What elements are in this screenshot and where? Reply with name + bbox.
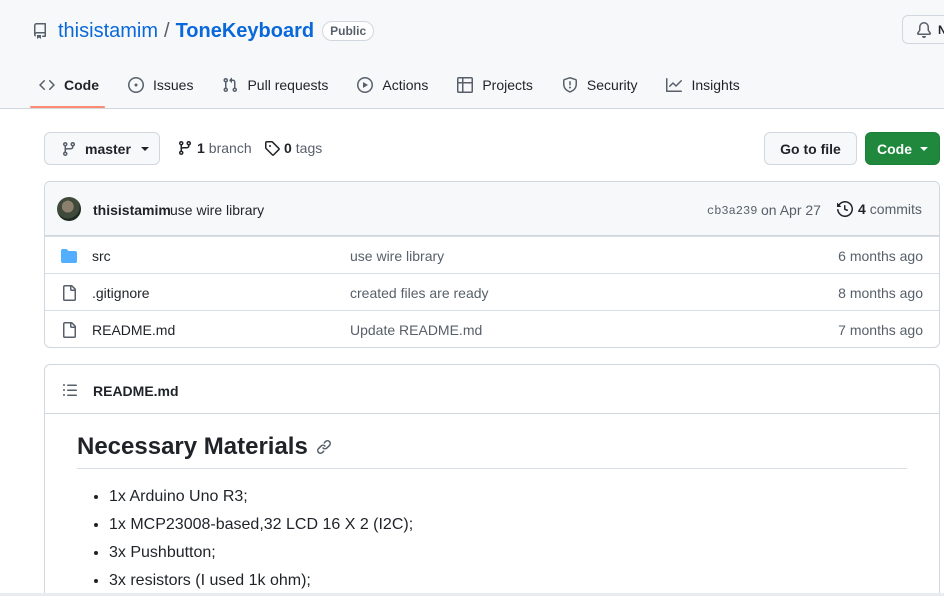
repo-link[interactable]: ToneKeyboard xyxy=(176,20,315,43)
tab-pull-requests-label: Pull requests xyxy=(247,77,329,93)
file-row[interactable]: .gitignore created files are ready 8 mon… xyxy=(45,273,939,310)
tag-count-label: tags xyxy=(295,140,323,156)
tab-insights-label: Insights xyxy=(691,77,740,93)
branch-count-label: branch xyxy=(208,140,252,156)
issue-icon xyxy=(128,77,144,93)
tag-icon xyxy=(265,141,280,156)
file-icon xyxy=(63,285,76,301)
file-commit-message[interactable]: created files are ready xyxy=(350,285,489,301)
avatar[interactable] xyxy=(57,197,81,221)
file-commit-message[interactable]: use wire library xyxy=(350,248,444,264)
file-name[interactable]: README.md xyxy=(92,322,175,338)
tab-security-label: Security xyxy=(586,77,638,93)
file-age: 7 months ago xyxy=(838,322,923,338)
tab-projects[interactable]: Projects xyxy=(442,62,545,108)
readme-heading-text: Necessary Materials xyxy=(77,432,308,460)
file-age: 6 months ago xyxy=(838,248,923,264)
tab-projects-label: Projects xyxy=(482,77,533,93)
latest-commit-bar: thisistamim use wire library cb3a239 on … xyxy=(45,182,939,236)
git-branch-icon xyxy=(62,141,75,156)
tab-code-label: Code xyxy=(64,77,99,93)
link-icon[interactable] xyxy=(316,439,332,455)
repo-header: thisistamim / ToneKeyboard Public N Code… xyxy=(0,0,944,109)
chevron-down-icon xyxy=(140,146,149,151)
commit-date: on Apr 27 xyxy=(761,202,821,218)
tab-actions-label: Actions xyxy=(382,77,429,93)
pull-request-icon xyxy=(223,77,238,93)
graph-icon xyxy=(666,78,683,92)
commit-sha[interactable]: cb3a239 xyxy=(707,204,757,218)
tab-issues[interactable]: Issues xyxy=(113,62,205,108)
code-dropdown-button[interactable]: Code xyxy=(865,132,940,165)
tab-code[interactable]: Code xyxy=(24,62,111,108)
path-separator: / xyxy=(164,19,170,42)
materials-list: 1x Arduino Uno R3; 1x MCP23008-based,32 … xyxy=(109,485,413,596)
readme-panel: README.md Necessary Materials 1x Arduino… xyxy=(44,364,940,596)
branches-link[interactable]: 1 branch xyxy=(177,140,252,156)
tab-security[interactable]: Security xyxy=(547,62,650,108)
owner-link[interactable]: thisistamim xyxy=(58,20,158,43)
code-icon xyxy=(39,79,55,91)
commit-count: 4 xyxy=(858,201,866,217)
readme-header: README.md xyxy=(45,365,939,414)
file-browser: thisistamim use wire library cb3a239 on … xyxy=(44,181,940,348)
repo-title: thisistamim / ToneKeyboard Public xyxy=(32,18,375,44)
file-commit-message[interactable]: Update README.md xyxy=(350,322,482,338)
tag-count: 0 xyxy=(284,140,292,156)
repo-nav: Code Issues Pull requests Actions Projec… xyxy=(24,62,754,108)
notifications-label: N xyxy=(938,22,944,37)
file-row[interactable]: src use wire library 6 months ago xyxy=(45,236,939,273)
tab-insights[interactable]: Insights xyxy=(651,62,751,108)
commits-link[interactable]: 4 commits xyxy=(837,201,922,217)
branch-name: master xyxy=(85,140,131,157)
tags-link[interactable]: 0 tags xyxy=(264,140,322,156)
git-branch-icon xyxy=(178,141,191,156)
file-age: 8 months ago xyxy=(838,285,923,301)
branch-count: 1 xyxy=(197,140,205,156)
play-icon xyxy=(357,77,374,93)
file-row[interactable]: README.md Update README.md 7 months ago xyxy=(45,310,939,347)
commit-count-label: commits xyxy=(869,201,922,217)
readme-heading: Necessary Materials xyxy=(77,433,907,469)
readme-title[interactable]: README.md xyxy=(93,383,179,399)
shield-icon xyxy=(562,77,577,93)
notifications-button[interactable]: N xyxy=(902,15,944,44)
visibility-badge: Public xyxy=(322,21,375,41)
list-icon[interactable] xyxy=(62,382,78,398)
bell-icon xyxy=(916,21,931,38)
list-item: 3x resistors (I used 1k ohm); xyxy=(109,569,413,596)
tab-pull-requests[interactable]: Pull requests xyxy=(207,62,340,108)
tab-issues-label: Issues xyxy=(153,77,194,93)
code-button-label: Code xyxy=(877,140,912,157)
file-icon xyxy=(63,322,76,338)
list-item: 3x Pushbutton; xyxy=(109,541,413,569)
tab-actions[interactable]: Actions xyxy=(342,62,440,108)
table-icon xyxy=(457,77,474,93)
list-item: 1x MCP23008-based,32 LCD 16 X 2 (I2C); xyxy=(109,513,413,541)
branch-select-button[interactable]: master xyxy=(44,132,160,165)
folder-icon xyxy=(61,249,77,263)
go-to-file-button[interactable]: Go to file xyxy=(764,132,857,165)
repo-icon xyxy=(32,23,48,39)
file-name[interactable]: src xyxy=(92,248,111,264)
chevron-down-icon xyxy=(920,146,928,151)
list-item: 1x Arduino Uno R3; xyxy=(109,485,413,513)
commit-author[interactable]: thisistamim xyxy=(93,202,171,218)
history-icon xyxy=(837,201,853,217)
commit-message[interactable]: use wire library xyxy=(170,202,264,218)
file-name[interactable]: .gitignore xyxy=(92,285,150,301)
